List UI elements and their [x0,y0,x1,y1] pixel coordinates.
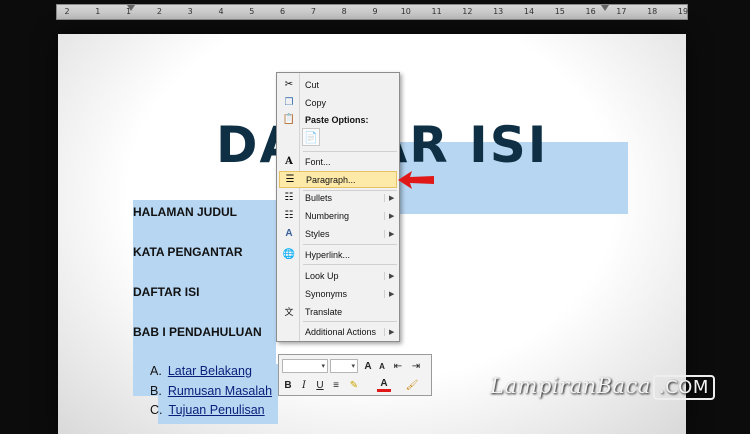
font-name-dropdown[interactable]: ▾ [282,359,328,373]
menu-item-numbering[interactable]: ☷ Numbering ▶ [279,207,397,224]
ruler-number: 2 [64,7,70,16]
ruler-number: 6 [280,7,286,16]
ruler-number: 1 [95,7,101,16]
sub-list-item: B. Rumusan Masalah [150,384,272,398]
left-indent-marker[interactable] [127,5,135,11]
center-align-icon[interactable]: ≡ [329,378,343,392]
ruler-number: 15 [554,7,565,16]
increase-indent-icon[interactable]: ⇥ [409,359,423,373]
watermark-text: LampiranBaca [490,374,651,398]
ruler-number: 5 [249,7,255,16]
ruler-number: 16 [585,7,596,16]
paste-keep-formatting-button[interactable]: 📄 [302,128,320,146]
list-letter: C. [150,403,163,417]
font-icon: A [285,156,293,167]
ruler-number: 11 [431,7,442,16]
ruler-number: 18 [647,7,658,16]
menu-item-synonyms[interactable]: Synonyms ▶ [279,285,397,302]
globe-link-icon: 🌐 [282,249,296,260]
list-text: Latar Belakang [167,364,252,378]
submenu-arrow-icon: ▶ [384,193,397,202]
menu-item-translate[interactable]: 文 Translate [279,303,397,320]
scissors-icon: ✂ [284,79,294,90]
list-letter: B. [150,384,162,398]
paragraph-icon: ☰ [285,174,295,185]
underline-button[interactable]: U [313,378,327,392]
ruler-number: 19 [677,7,689,16]
right-indent-marker[interactable] [601,5,609,11]
ruler-number: 17 [616,7,627,16]
ruler-number: 14 [523,7,535,16]
toc-entry: KATA PENGANTAR [133,245,243,259]
highlight-icon[interactable]: ✎ [347,378,361,392]
italic-button[interactable]: I [297,378,311,392]
font-size-dropdown[interactable]: ▾ [330,359,358,373]
menu-item-paragraph[interactable]: ☰ Paragraph... [279,171,397,188]
watermark: LampiranBaca .COM [490,374,715,400]
menu-item-paste-options: 📋 Paste Options: [279,111,397,128]
menu-item-font[interactable]: A Font... [279,153,397,170]
grow-font-icon[interactable]: A [361,359,375,373]
menu-item-styles[interactable]: A Styles ▶ [279,225,397,242]
horizontal-ruler[interactable]: 2 1 1 2 3 4 5 6 7 8 9 10 11 12 13 14 15 16 17 18 19 [56,4,688,20]
mini-formatting-toolbar: ▾ ▾ A A ⇤ ⇥ B I U ≡ ✎ A 🖌 [278,354,432,396]
sub-list-item: A. Latar Belakang [150,364,252,378]
styles-icon: A [285,228,293,239]
submenu-arrow-icon: ▶ [384,271,397,280]
shrink-font-icon[interactable]: A [375,359,389,373]
toc-entry: DAFTAR ISI [133,285,200,299]
ruler-number: 3 [187,7,193,16]
clipboard-icon: 📄 [304,131,318,144]
ruler-number: 8 [341,7,347,16]
translate-icon: 文 [284,307,294,317]
submenu-arrow-icon: ▶ [384,229,397,238]
list-text: Tujuan Penulisan [168,403,265,417]
menu-item-look-up[interactable]: Look Up ▶ [279,267,397,284]
ruler-number: 12 [462,7,473,16]
red-pointer-arrow-icon [398,171,434,189]
list-text: Rumusan Masalah [167,384,273,398]
ruler-number: 2 [156,7,162,16]
decrease-indent-icon[interactable]: ⇤ [391,359,405,373]
format-painter-icon[interactable]: 🖌 [405,378,419,392]
bullets-icon: ☷ [284,192,294,203]
ruler-number: 4 [218,7,224,16]
menu-item-copy[interactable]: ❐ Copy [279,94,397,111]
toc-entry: BAB I PENDAHULUAN [133,325,262,339]
ruler-number: 9 [372,7,378,16]
font-color-button[interactable]: A [377,378,391,392]
submenu-arrow-icon: ▶ [384,211,397,220]
list-letter: A. [150,364,162,378]
menu-item-cut[interactable]: ✂ Cut [279,76,397,93]
menu-item-additional-actions[interactable]: Additional Actions ▶ [279,323,397,340]
sub-list-item: C. Tujuan Penulisan [150,403,265,417]
context-menu: ✂ Cut ❐ Copy 📋 Paste Options: A Font... … [276,72,400,342]
ruler-number: 10 [400,7,411,16]
ruler-number: 7 [310,7,316,16]
watermark-suffix: .COM [652,375,715,400]
bold-button[interactable]: B [281,378,295,392]
toc-entry: HALAMAN JUDUL [133,205,237,219]
submenu-arrow-icon: ▶ [384,327,397,336]
menu-item-hyperlink[interactable]: 🌐 Hyperlink... [279,246,397,263]
menu-item-bullets[interactable]: ☷ Bullets ▶ [279,189,397,206]
ruler-number: 13 [493,7,504,16]
numbering-icon: ☷ [284,210,294,221]
submenu-arrow-icon: ▶ [384,289,397,298]
copy-icon: ❐ [284,97,294,108]
clipboard-icon: 📋 [282,114,296,125]
